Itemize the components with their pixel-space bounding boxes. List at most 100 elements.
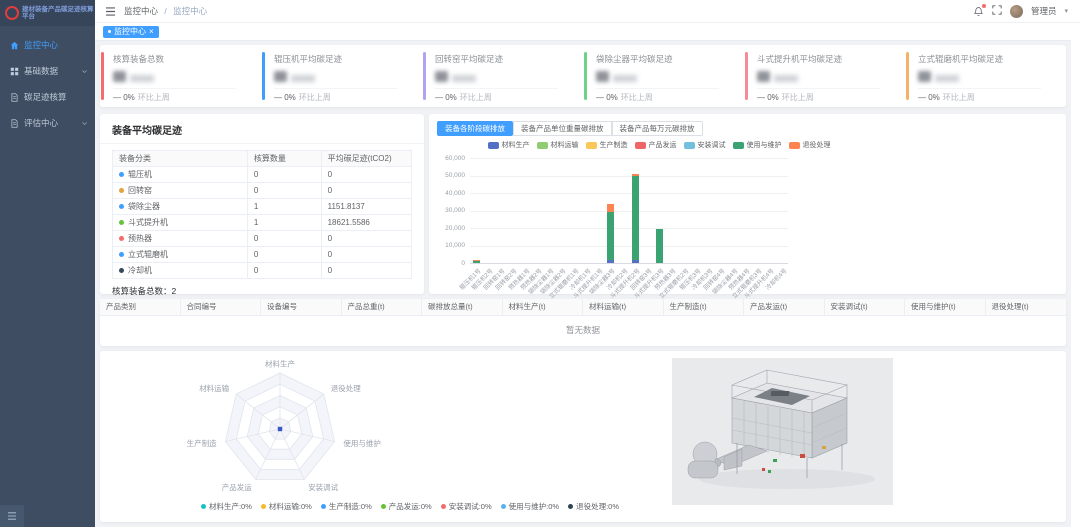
user-menu-caret-icon[interactable]: ▾ [1064, 7, 1068, 15]
bottom-panel: 材料生产退役处理使用与维护安装调试产品发运生产制造材料运输 材料生产:0% 材料运… [100, 351, 1066, 522]
equipment-table: 装备分类核算数量平均碳足迹(tCO2)辊压机00回转窑00袋除尘器11151.8… [112, 150, 412, 279]
legend-item[interactable]: 产品发运 [635, 140, 677, 150]
equipment-name: 预热器 [128, 231, 152, 246]
legend-swatch [789, 142, 800, 149]
legend-item[interactable]: 使用与维护 [733, 140, 782, 150]
notification-badge [982, 4, 986, 8]
tag-monitor-center[interactable]: 监控中心 × [103, 26, 159, 38]
sidebar-item-碳足迹核算[interactable]: 碳足迹核算 [0, 84, 95, 110]
stat-accent-bar [584, 52, 587, 100]
column-header: 合同编号 [181, 299, 262, 315]
delta-value: — 0% [596, 93, 618, 102]
radar-axis-label: 产品发运 [222, 482, 252, 492]
equipment-name: 辊压机 [128, 167, 152, 182]
equipment-name-cell: 立式辊磨机 [113, 247, 248, 262]
sidebar-item-基础数据[interactable]: 基础数据 [0, 58, 95, 84]
legend-item[interactable]: 材料运输:0% [261, 501, 312, 512]
delta-label: 环比上周 [138, 93, 170, 102]
fullscreen-button[interactable] [992, 2, 1002, 20]
legend-dot [261, 504, 266, 509]
user-name[interactable]: 管理员 [1031, 5, 1057, 17]
table-row[interactable]: 预热器00 [113, 231, 411, 247]
masked-value-blob [774, 75, 798, 82]
avatar[interactable] [1010, 5, 1023, 18]
radar-axis-label: 使用与维护 [343, 438, 381, 448]
stat-accent-bar [745, 52, 748, 100]
legend-item[interactable]: 材料生产:0% [201, 501, 252, 512]
chart-gridline [470, 263, 788, 264]
legend-item[interactable]: 退役处理 [789, 140, 831, 150]
empty-state: 暂无数据 [100, 316, 1066, 344]
table-row[interactable]: 袋除尘器11151.8137 [113, 199, 411, 215]
legend-item[interactable]: 材料生产 [488, 140, 530, 150]
notification-button[interactable] [973, 6, 984, 17]
stat-card: 袋除尘器平均碳足迹— 0%环比上周 [583, 45, 744, 107]
stat-card: 核算装备总数— 0%环比上周 [100, 45, 261, 107]
legend-item[interactable]: 材料运输 [537, 140, 579, 150]
equipment-name-cell: 辊压机 [113, 167, 248, 182]
stat-title: 斗式提升机平均碳足迹 [757, 53, 897, 65]
legend-label: 生产制造:0% [329, 501, 372, 512]
breadcrumb-item[interactable]: 监控中心 [124, 6, 158, 16]
logo-icon [5, 6, 19, 20]
delta-value: — 0% [113, 93, 135, 102]
hamburger-icon[interactable] [105, 7, 116, 16]
legend-item[interactable]: 退役处理:0% [568, 501, 619, 512]
count-cell: 0 [248, 263, 322, 278]
tag-label: 监控中心 [114, 26, 146, 37]
sidebar-collapse-button[interactable] [0, 505, 24, 527]
legend-item[interactable]: 生产制造:0% [321, 501, 372, 512]
count-cell: 1 [248, 199, 322, 214]
stat-value-masked [274, 70, 414, 82]
tag-close-icon[interactable]: × [149, 28, 154, 36]
column-header: 设备编号 [261, 299, 342, 315]
app-title: 建材装备产品碳足迹核算平台 [22, 6, 95, 20]
category-color-dot [119, 204, 124, 209]
masked-value-blob [757, 71, 770, 82]
table-row[interactable]: 斗式提升机118621.5586 [113, 215, 411, 231]
product-table-header: 产品类别合同编号设备编号产品总重(t)碳排放总量(t)材料生产(t)材料运输(t… [100, 299, 1066, 316]
emission-chart-panel: 装备各阶段碳排放装备产品单位重量碳排放装备产品每万元碳排放 材料生产材料运输生产… [429, 114, 1066, 294]
chart-gridline [470, 246, 788, 247]
legend-label: 材料运输:0% [269, 501, 312, 512]
legend-swatch [733, 142, 744, 149]
avg-footprint-cell: 0 [322, 183, 411, 198]
chart-tab[interactable]: 装备产品每万元碳排放 [612, 121, 703, 136]
delta-label: 环比上周 [943, 93, 975, 102]
column-header: 材料运输(t) [583, 299, 664, 315]
legend-item[interactable]: 安装调试:0% [441, 501, 492, 512]
avg-footprint-cell: 0 [322, 167, 411, 182]
legend-item[interactable]: 产品发运:0% [381, 501, 432, 512]
equipment-name: 回转窑 [128, 183, 152, 198]
scrollbar-track[interactable] [1071, 40, 1080, 527]
tag-active-dot [108, 30, 111, 33]
sidebar-item-评估中心[interactable]: 评估中心 [0, 110, 95, 136]
category-color-dot [119, 268, 124, 273]
legend-item[interactable]: 安装调试 [684, 140, 726, 150]
legend-label: 产品发运:0% [389, 501, 432, 512]
tagbar: 监控中心 × [95, 23, 1080, 41]
avg-footprint-cell: 0 [322, 263, 411, 278]
table-row[interactable]: 冷却机00 [113, 263, 411, 279]
radar-chart: 材料生产退役处理使用与维护安装调试产品发运生产制造材料运输 [145, 353, 415, 508]
column-header: 产品类别 [100, 299, 181, 315]
stat-value-masked [757, 70, 897, 82]
chart-tab[interactable]: 装备各阶段碳排放 [437, 121, 513, 136]
sidebar-item-监控中心[interactable]: 监控中心 [0, 32, 95, 58]
sidebar-item-label: 基础数据 [24, 65, 58, 77]
legend-item[interactable]: 生产制造 [586, 140, 628, 150]
radar-axis-label: 材料生产 [265, 359, 295, 369]
stat-card: 立式辊磨机平均碳足迹— 0%环比上周 [905, 45, 1066, 107]
count-cell: 1 [248, 215, 322, 230]
navbar-actions: 管理员 ▾ [973, 2, 1080, 20]
stat-card: 回转窑平均碳足迹— 0%环比上周 [422, 45, 583, 107]
chart-tab[interactable]: 装备产品单位重量碳排放 [513, 121, 612, 136]
stat-value-masked [435, 70, 575, 82]
table-row[interactable]: 回转窑00 [113, 183, 411, 199]
legend-label: 产品发运 [649, 140, 677, 150]
table-row[interactable]: 立式辊磨机00 [113, 247, 411, 263]
legend-item[interactable]: 使用与维护:0% [501, 501, 559, 512]
legend-swatch [537, 142, 548, 149]
panel-title: 装备平均碳足迹 [100, 114, 424, 144]
table-row[interactable]: 辊压机00 [113, 167, 411, 183]
